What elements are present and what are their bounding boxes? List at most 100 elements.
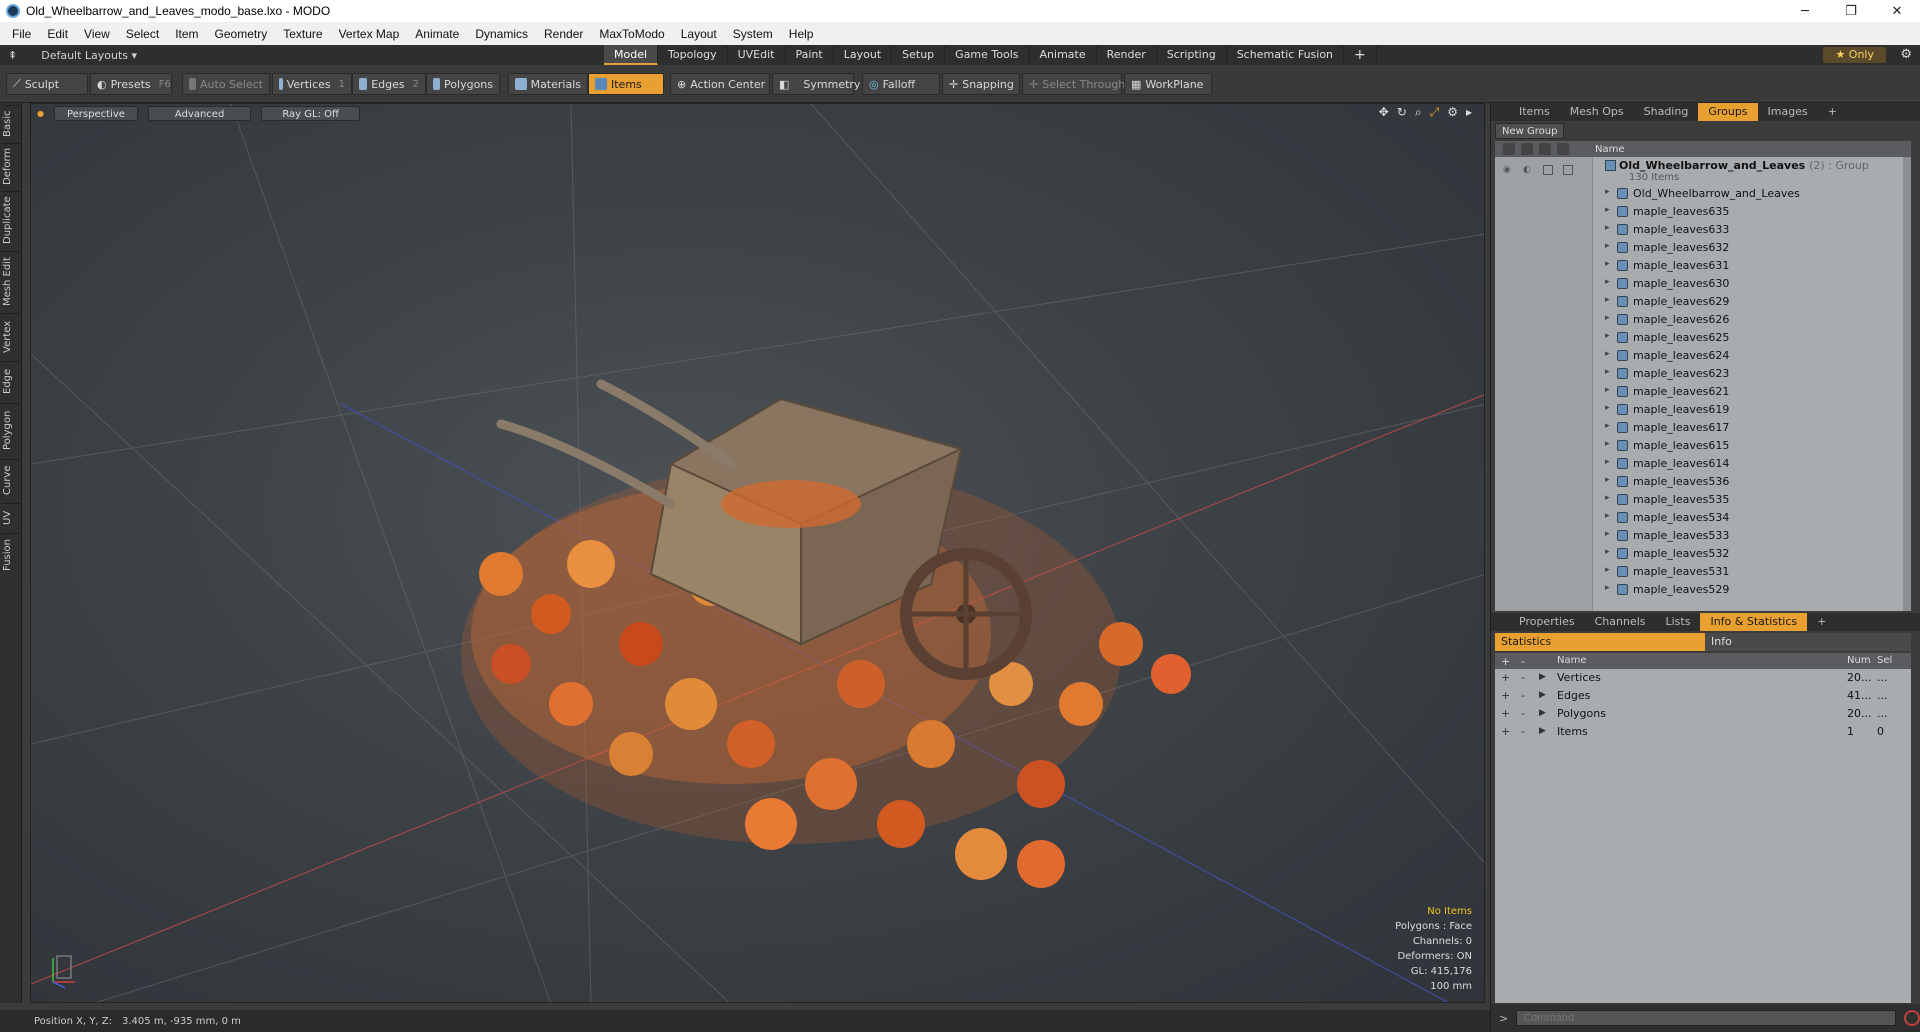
tab-groups[interactable]: Groups bbox=[1698, 103, 1758, 121]
expand-arrow-icon[interactable]: ▸ bbox=[1605, 331, 1610, 341]
close-icon[interactable]: ✕ bbox=[1874, 0, 1920, 22]
list-item[interactable]: ▸ maple_leaves631 bbox=[1495, 257, 1911, 275]
list-item[interactable]: ▸ maple_leaves617 bbox=[1495, 419, 1911, 437]
render-icon[interactable]: ◐ bbox=[1523, 165, 1531, 175]
list-item[interactable]: ▸ maple_leaves630 bbox=[1495, 275, 1911, 293]
vtab-curve[interactable]: Curve bbox=[2, 459, 20, 501]
materials-button[interactable]: Materials bbox=[508, 73, 588, 95]
record-icon[interactable] bbox=[1904, 1010, 1920, 1026]
list-item[interactable]: ▸ maple_leaves633 bbox=[1495, 221, 1911, 239]
raygl-button[interactable]: Ray GL: Off bbox=[261, 105, 360, 121]
list-item[interactable]: ▸ Old_Wheelbarrow_and_Leaves bbox=[1495, 185, 1911, 203]
sculpt-button[interactable]: ⟋ Sculpt bbox=[6, 73, 88, 95]
add-info-tab-icon[interactable]: + bbox=[1807, 613, 1836, 631]
menu-dynamics[interactable]: Dynamics bbox=[467, 27, 536, 41]
table-row[interactable]: + - ▶ Edges 41...... bbox=[1495, 687, 1911, 705]
expand-arrow-icon[interactable]: ▸ bbox=[1605, 457, 1610, 467]
expand-arrow-icon[interactable]: ▸ bbox=[1605, 259, 1610, 269]
expand-row-icon[interactable]: ▶ bbox=[1539, 690, 1546, 700]
layout-selector[interactable]: ⇞ Default Layouts ▾ bbox=[8, 45, 137, 65]
expand-arrow-icon[interactable]: ▸ bbox=[1605, 223, 1610, 233]
zoom-view-icon[interactable]: ⌕ bbox=[1415, 105, 1422, 120]
expand-arrow-icon[interactable]: ▸ bbox=[1605, 475, 1610, 485]
remove-row-icon[interactable]: - bbox=[1521, 689, 1525, 702]
vtab-polygon[interactable]: Polygon bbox=[2, 403, 20, 457]
vtab-mesh-edit[interactable]: Mesh Edit bbox=[2, 251, 20, 311]
eye-icon[interactable]: ◉ bbox=[1503, 165, 1511, 175]
list-item[interactable]: ▸ maple_leaves534 bbox=[1495, 509, 1911, 527]
tab-paint[interactable]: Paint bbox=[786, 45, 834, 65]
expand-arrow-icon[interactable]: ▸ bbox=[1605, 295, 1610, 305]
menu-layout[interactable]: Layout bbox=[673, 27, 725, 41]
tab-channels[interactable]: Channels bbox=[1585, 613, 1656, 631]
list-item[interactable]: ▸ maple_leaves615 bbox=[1495, 437, 1911, 455]
table-row[interactable]: + - ▶ Vertices 20...... bbox=[1495, 669, 1911, 687]
maximize-icon[interactable]: ❐ bbox=[1828, 0, 1874, 22]
list-item[interactable]: ▸ maple_leaves614 bbox=[1495, 455, 1911, 473]
edges-button[interactable]: Edges 2 bbox=[352, 73, 426, 95]
vtab-deform[interactable]: Deform bbox=[2, 143, 20, 189]
expand-row-icon[interactable]: ▶ bbox=[1539, 726, 1546, 736]
list-item[interactable]: ▸ maple_leaves629 bbox=[1495, 293, 1911, 311]
falloff-button[interactable]: ◎ Falloff bbox=[862, 73, 940, 95]
list-item[interactable]: ▸ maple_leaves531 bbox=[1495, 563, 1911, 581]
tab-model[interactable]: Model bbox=[604, 45, 659, 65]
vtab-fusion[interactable]: Fusion bbox=[2, 533, 20, 577]
visibility-col-icon[interactable] bbox=[1503, 143, 1515, 155]
tab-lists[interactable]: Lists bbox=[1656, 613, 1701, 631]
expand-arrow-icon[interactable]: ▸ bbox=[1605, 349, 1610, 359]
remove-row-icon[interactable]: - bbox=[1521, 707, 1525, 720]
menu-system[interactable]: System bbox=[725, 27, 781, 41]
expand-arrow-icon[interactable]: ▸ bbox=[1605, 565, 1610, 575]
expand-arrow-icon[interactable]: ▸ bbox=[1605, 313, 1610, 323]
tab-mesh-ops[interactable]: Mesh Ops bbox=[1560, 103, 1634, 121]
expand-arrow-icon[interactable]: ▸ bbox=[1605, 403, 1610, 413]
tab-setup[interactable]: Setup bbox=[892, 45, 946, 65]
action-center-button[interactable]: ⊕ Action Center bbox=[670, 73, 770, 95]
tab-animate[interactable]: Animate bbox=[1030, 45, 1097, 65]
list-item[interactable]: ▸ maple_leaves536 bbox=[1495, 473, 1911, 491]
list-item[interactable]: ▸ maple_leaves626 bbox=[1495, 311, 1911, 329]
list-item[interactable]: ▸ maple_leaves532 bbox=[1495, 545, 1911, 563]
list-item[interactable]: ▸ maple_leaves621 bbox=[1495, 383, 1911, 401]
list-item[interactable]: ▸ maple_leaves624 bbox=[1495, 347, 1911, 365]
vtab-duplicate[interactable]: Duplicate bbox=[2, 191, 20, 249]
select-box-icon[interactable] bbox=[1563, 165, 1573, 175]
add-row-icon[interactable]: + bbox=[1501, 671, 1510, 684]
tab-scripting[interactable]: Scripting bbox=[1157, 45, 1227, 65]
groups-scrollbar[interactable] bbox=[1903, 157, 1911, 611]
expand-arrow-icon[interactable]: ▸ bbox=[1605, 511, 1610, 521]
subtab-info[interactable]: Info bbox=[1705, 633, 1911, 651]
presets-button[interactable]: ◐ Presets F6 bbox=[90, 73, 172, 95]
tab-properties[interactable]: Properties bbox=[1509, 613, 1585, 631]
expand-arrow-icon[interactable]: ▸ bbox=[1605, 439, 1610, 449]
command-input[interactable] bbox=[1516, 1010, 1897, 1026]
vtab-basic[interactable]: Basic bbox=[2, 105, 20, 141]
expand-arrow-icon[interactable]: ▸ bbox=[1605, 493, 1610, 503]
menu-edit[interactable]: Edit bbox=[39, 27, 76, 41]
group-row[interactable]: ◉ ◐ Old_Wheelbarrow_and_Leaves (2) : Gro… bbox=[1495, 157, 1911, 185]
list-item[interactable]: ▸ maple_leaves533 bbox=[1495, 527, 1911, 545]
vtab-uv[interactable]: UV bbox=[2, 503, 20, 531]
remove-row-icon[interactable]: - bbox=[1521, 725, 1525, 738]
snapping-button[interactable]: ✛ Snapping bbox=[942, 73, 1020, 95]
menu-render[interactable]: Render bbox=[536, 27, 591, 41]
menu-vertex-map[interactable]: Vertex Map bbox=[331, 27, 408, 41]
expand-arrow-icon[interactable]: ▸ bbox=[1605, 529, 1610, 539]
rotate-view-icon[interactable]: ↻ bbox=[1397, 105, 1407, 120]
menu-select[interactable]: Select bbox=[118, 27, 167, 41]
tab-items[interactable]: Items bbox=[1509, 103, 1560, 121]
polygons-button[interactable]: Polygons bbox=[426, 73, 500, 95]
gear-icon[interactable]: ⚙ bbox=[1900, 47, 1912, 62]
expand-arrow-icon[interactable]: ▸ bbox=[1605, 385, 1610, 395]
menu-item[interactable]: Item bbox=[167, 27, 206, 41]
expand-row-icon[interactable]: ▶ bbox=[1539, 708, 1546, 718]
expand-arrow-icon[interactable]: ▸ bbox=[1605, 241, 1610, 251]
list-item[interactable]: ▸ maple_leaves635 bbox=[1495, 203, 1911, 221]
list-item[interactable]: ▸ maple_leaves535 bbox=[1495, 491, 1911, 509]
add-tab-icon[interactable]: + bbox=[1344, 45, 1377, 65]
viewport-settings-icon[interactable]: ⚙ bbox=[1447, 105, 1458, 120]
menu-file[interactable]: File bbox=[4, 27, 39, 41]
viewport-menu-icon[interactable]: ▸ bbox=[1466, 105, 1472, 120]
tab-layout[interactable]: Layout bbox=[834, 45, 893, 65]
